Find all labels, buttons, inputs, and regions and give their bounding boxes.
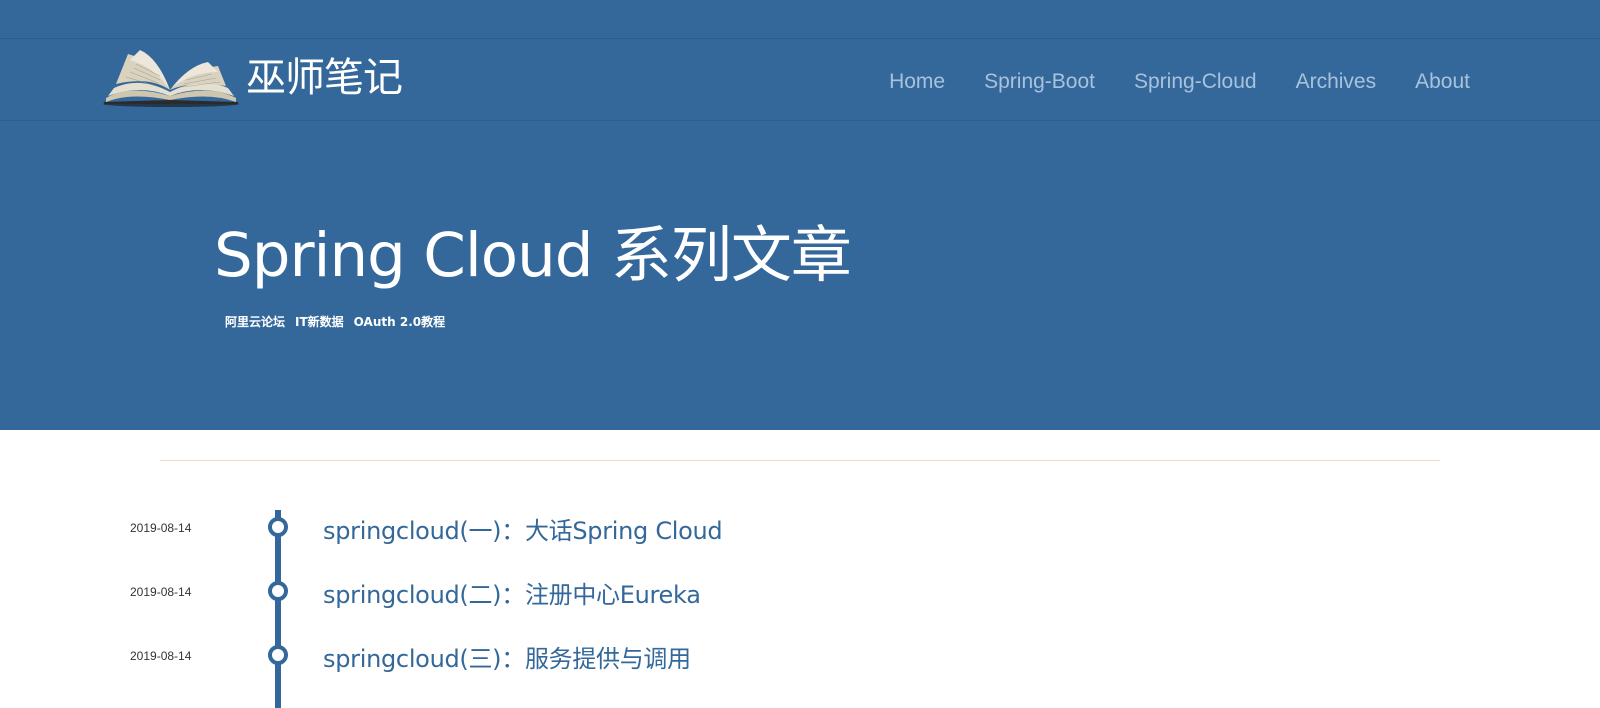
nav-home[interactable]: Home bbox=[889, 68, 945, 96]
site-header: 巫师笔记 Home Spring-Boot Spring-Cloud Archi… bbox=[0, 0, 1600, 430]
post-date: 2019-08-14 bbox=[130, 585, 192, 599]
page-title: Spring Cloud 系列文章 bbox=[214, 220, 852, 291]
timeline-dot-icon bbox=[268, 517, 288, 537]
timeline-post: 2019-08-14 springcloud(二)：注册中心Eureka bbox=[0, 573, 1600, 613]
post-title-link[interactable]: springcloud(二)：注册中心Eureka bbox=[323, 575, 701, 610]
nav-spring-cloud[interactable]: Spring-Cloud bbox=[1134, 68, 1257, 96]
open-book-icon bbox=[103, 50, 239, 107]
timeline-post: 2019-08-14 springcloud(一)：大话Spring Cloud bbox=[0, 509, 1600, 549]
site-brand[interactable]: 巫师笔记 bbox=[100, 46, 403, 108]
post-title-link[interactable]: springcloud(一)：大话Spring Cloud bbox=[323, 511, 723, 546]
timeline-post: 2019-08-14 springcloud(三)：服务提供与调用 bbox=[0, 637, 1600, 677]
content-divider bbox=[160, 460, 1440, 461]
post-date: 2019-08-14 bbox=[130, 649, 192, 663]
timeline-dot-icon bbox=[268, 645, 288, 665]
post-date: 2019-08-14 bbox=[130, 521, 192, 535]
nav-about[interactable]: About bbox=[1415, 68, 1470, 96]
hero-link-aliyun[interactable]: 阿里云论坛 bbox=[225, 313, 285, 330]
nav-divider bbox=[0, 120, 1600, 121]
nav-archives[interactable]: Archives bbox=[1296, 68, 1377, 96]
hero-link-it-data[interactable]: IT新数据 bbox=[295, 313, 344, 330]
hero-links: 阿里云论坛 IT新数据 OAuth 2.0教程 bbox=[225, 313, 445, 330]
top-divider bbox=[0, 38, 1600, 39]
nav-spring-boot[interactable]: Spring-Boot bbox=[984, 68, 1095, 96]
main-nav: Home Spring-Boot Spring-Cloud Archives A… bbox=[889, 68, 1470, 96]
timeline-dot-icon bbox=[268, 581, 288, 601]
post-title-link[interactable]: springcloud(三)：服务提供与调用 bbox=[323, 639, 691, 674]
site-name: 巫师笔记 bbox=[246, 55, 403, 101]
hero-link-oauth[interactable]: OAuth 2.0教程 bbox=[354, 313, 445, 330]
